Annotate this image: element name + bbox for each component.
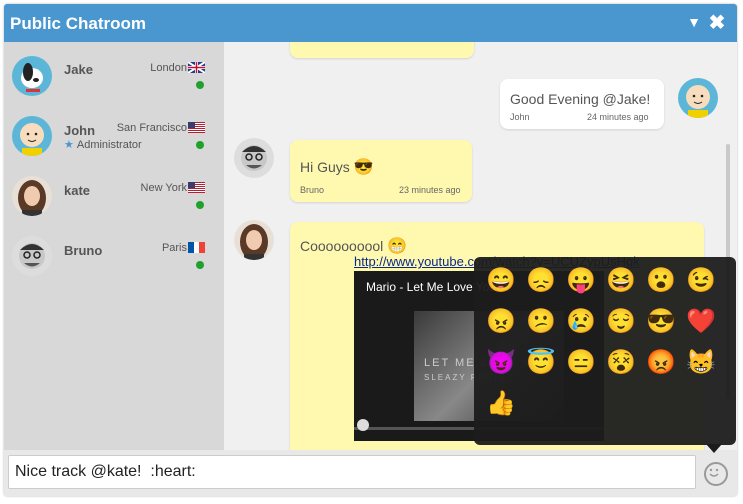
message-text: Good Evening @Jake! — [510, 91, 651, 107]
user-name: Bruno — [64, 243, 103, 258]
window-title: Public Chatroom — [10, 14, 147, 33]
us-flag-icon — [188, 182, 205, 193]
uk-flag-icon — [188, 62, 205, 73]
user-location: Paris — [161, 242, 187, 254]
emoji-option[interactable]: 😞 — [526, 266, 556, 296]
chat-window: Public Chatroom ▼ ✖ Jake London John ★ Ad… — [4, 4, 737, 496]
emoji-option[interactable]: 😮 — [646, 266, 676, 296]
user-location: London — [150, 62, 187, 74]
emoji-option[interactable]: 😵 — [606, 348, 636, 378]
user-list: Jake London John ★ Administrator San Fran… — [4, 42, 224, 450]
emoji-option[interactable]: 😕 — [526, 307, 556, 337]
message-author: John — [510, 112, 530, 122]
user-location: San Francisco — [116, 122, 187, 134]
emoji-option[interactable]: 😡 — [646, 348, 676, 378]
emoji-option[interactable]: 😌 — [606, 307, 636, 337]
user-item-bruno[interactable]: Bruno Paris — [4, 230, 224, 290]
avatar — [12, 56, 52, 96]
message-bubble: Good Evening @Jake! John 24 minutes ago — [500, 79, 664, 129]
online-status-icon — [196, 261, 204, 269]
emoji-option[interactable]: 😈 — [486, 348, 516, 378]
message-text: Coooooooool 😁 — [300, 238, 408, 255]
message-bubble: Hi Guys 😎 Bruno 23 minutes ago — [290, 140, 472, 202]
online-status-icon — [196, 141, 204, 149]
video-scrubber-handle[interactable] — [357, 419, 369, 431]
message-author: Bruno — [300, 185, 325, 195]
smiley-icon[interactable] — [704, 462, 728, 486]
avatar — [12, 116, 52, 156]
emoji-option[interactable]: 😎 — [646, 307, 676, 337]
emoji-option[interactable]: 👍 — [486, 389, 516, 419]
message-time: 24 minutes ago — [587, 112, 649, 122]
composer-bar — [4, 450, 737, 496]
message-input[interactable] — [8, 455, 696, 489]
avatar — [234, 220, 274, 260]
emoji-option[interactable]: 😢 — [566, 307, 596, 337]
emoji-option[interactable]: 😸 — [686, 348, 716, 378]
sunglasses-emoji-icon: 😎 — [353, 159, 374, 176]
star-icon: ★ — [64, 139, 74, 151]
grin-emoji-icon: 😁 — [387, 238, 408, 255]
chevron-down-icon[interactable]: ▼ — [683, 11, 705, 33]
user-name: Jake — [64, 62, 93, 77]
user-name: kate — [64, 183, 91, 198]
emoji-option[interactable]: 😛 — [566, 266, 596, 296]
emoji-option[interactable]: ❤️ — [686, 307, 716, 337]
emoji-option[interactable]: 😑 — [566, 348, 596, 378]
user-item-kate[interactable]: kate New York — [4, 170, 224, 230]
user-item-john[interactable]: John ★ Administrator San Francisco — [4, 110, 224, 170]
online-status-icon — [196, 201, 204, 209]
user-item-jake[interactable]: Jake London — [4, 50, 224, 110]
message-text: Hi Guys 😎 — [300, 159, 374, 176]
avatar — [12, 176, 52, 216]
avatar — [678, 78, 718, 118]
emoji-option[interactable]: 😉 — [686, 266, 716, 296]
emoji-option[interactable]: 😆 — [606, 266, 636, 296]
fr-flag-icon — [188, 242, 205, 253]
emoji-picker-arrow — [706, 444, 722, 453]
message-bubble — [290, 42, 474, 58]
user-location: New York — [140, 182, 187, 194]
us-flag-icon — [188, 122, 205, 133]
emoji-option[interactable]: 😠 — [486, 307, 516, 337]
avatar — [12, 236, 52, 276]
close-icon[interactable]: ✖ — [706, 12, 728, 34]
emoji-option[interactable]: 😄 — [486, 266, 516, 296]
emoji-option[interactable]: 😇 — [526, 348, 556, 378]
user-role: ★ Administrator — [64, 139, 142, 151]
message-time: 23 minutes ago — [399, 185, 461, 195]
user-name: John — [64, 123, 96, 138]
title-bar: Public Chatroom ▼ ✖ — [4, 4, 737, 42]
online-status-icon — [196, 81, 204, 89]
avatar — [234, 138, 274, 178]
